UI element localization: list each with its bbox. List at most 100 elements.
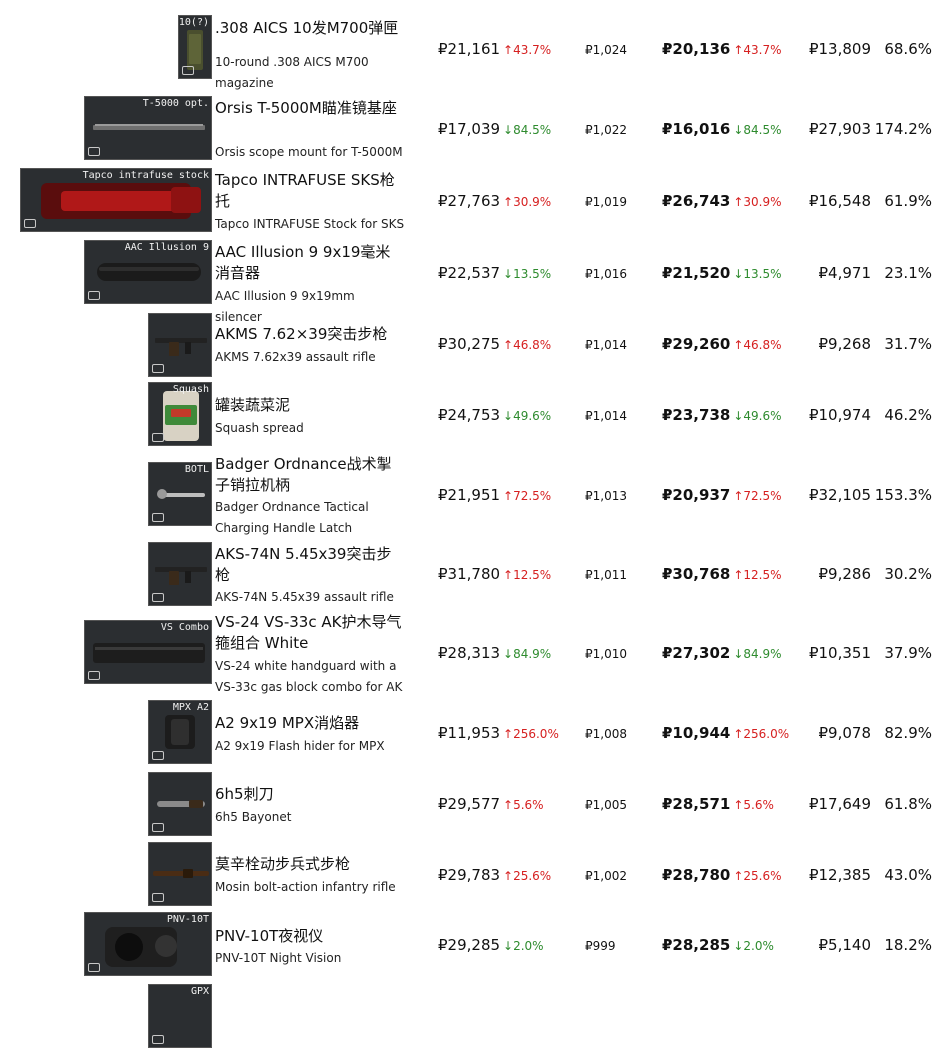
item-thumbnail[interactable] xyxy=(148,842,212,906)
profit: ₽13,809 xyxy=(808,40,871,58)
item-thumbnail[interactable]: Tapco intrafuse stock xyxy=(20,168,212,232)
item-thumbnail[interactable]: AICS 10(?) xyxy=(178,15,212,79)
item-thumbnail[interactable]: VS Combo xyxy=(84,620,212,684)
net-price: ₽30,768 ↑12.5% xyxy=(662,565,782,583)
net-price-value: ₽21,520 xyxy=(662,264,731,282)
item-thumbnail-label: VS Combo xyxy=(160,622,209,633)
sell-price-change: ↑46.8% xyxy=(503,338,552,352)
item-category-icon xyxy=(152,823,164,832)
item-english-name: Badger Ordnance Tactical Charging Handle… xyxy=(215,500,369,535)
item-english-name: VS-24 white handguard with a VS-33c gas … xyxy=(215,659,403,694)
sell-price-value: ₽24,753 xyxy=(438,406,501,424)
item-name[interactable]: AKS-74N 5.45x39突击步枪 xyxy=(215,544,405,586)
item-image-detail xyxy=(155,338,207,343)
item-name[interactable]: AKMS 7.62×39突击步枪 xyxy=(215,324,405,345)
sell-price-value: ₽21,951 xyxy=(438,486,501,504)
flea-fee: ₽1,014 xyxy=(585,338,627,352)
item-thumbnail-label: AICS 10(?) xyxy=(178,17,209,28)
item-thumbnail[interactable] xyxy=(148,313,212,377)
item-name[interactable]: .308 AICS 10发M700弹匣 xyxy=(215,18,405,39)
item-thumbnail-label: BOTL xyxy=(184,464,209,475)
item-name[interactable]: 6h5刺刀 xyxy=(215,784,405,805)
net-price-value: ₽28,285 xyxy=(662,936,731,954)
sell-price-value: ₽28,313 xyxy=(438,644,501,662)
sell-price-value: ₽30,275 xyxy=(438,335,501,353)
item-thumbnail[interactable]: MPX A2 xyxy=(148,700,212,764)
item-image-detail xyxy=(155,935,177,957)
net-price-change: ↓84.9% xyxy=(733,647,782,661)
profit: ₽10,974 xyxy=(808,406,871,424)
item-thumbnail[interactable]: BOTL xyxy=(148,462,212,526)
item-image-detail xyxy=(183,869,193,878)
net-price-value: ₽10,944 xyxy=(662,724,731,742)
sell-price: ₽17,039 ↓84.5% xyxy=(438,120,551,138)
profit-percent: 31.7% xyxy=(884,335,932,353)
net-price-value: ₽16,016 xyxy=(662,120,731,138)
sell-price: ₽30,275 ↑46.8% xyxy=(438,335,551,353)
sell-price: ₽11,953 ↑256.0% xyxy=(438,724,559,742)
item-name[interactable]: Tapco INTRAFUSE SKS枪托 xyxy=(215,170,405,212)
profit-percent: 61.9% xyxy=(884,192,932,210)
item-image-detail xyxy=(169,342,179,356)
item-category-icon xyxy=(152,364,164,373)
item-thumbnail[interactable] xyxy=(148,772,212,836)
item-name[interactable]: PNV-10T夜视仪 xyxy=(215,926,405,947)
profit: ₽5,140 xyxy=(818,936,872,954)
sell-price-change: ↑5.6% xyxy=(503,798,544,812)
flea-fee: ₽1,008 xyxy=(585,727,627,741)
flea-fee: ₽1,022 xyxy=(585,123,627,137)
profit-percent: 61.8% xyxy=(884,795,932,813)
item-name[interactable]: 莫辛栓动步兵式步枪 xyxy=(215,854,405,875)
net-price-value: ₽20,136 xyxy=(662,40,731,58)
sell-price-change: ↓84.5% xyxy=(503,123,552,137)
sell-price-value: ₽29,285 xyxy=(438,936,501,954)
item-image-detail xyxy=(115,933,143,961)
net-price: ₽10,944 ↑256.0% xyxy=(662,724,789,742)
item-name[interactable]: Orsis T-5000M瞄准镜基座 xyxy=(215,98,405,119)
flea-fee: ₽1,016 xyxy=(585,267,627,281)
item-image-detail xyxy=(157,489,167,499)
item-english-name: PNV-10T Night Vision xyxy=(215,951,342,965)
item-thumbnail[interactable]: GPX xyxy=(148,984,212,1048)
sell-price: ₽22,537 ↓13.5% xyxy=(438,264,551,282)
sell-price: ₽27,763 ↑30.9% xyxy=(438,192,551,210)
item-category-icon xyxy=(182,66,194,75)
sell-price: ₽31,780 ↑12.5% xyxy=(438,565,551,583)
item-name[interactable]: 罐装蔬菜泥 xyxy=(215,395,405,416)
profit-percent: 23.1% xyxy=(884,264,932,282)
net-price-value: ₽20,937 xyxy=(662,486,731,504)
profit: ₽16,548 xyxy=(808,192,871,210)
sell-price-change: ↓49.6% xyxy=(503,409,552,423)
item-name[interactable]: A2 9x19 MPX消焰器 xyxy=(215,713,405,734)
item-thumbnail[interactable]: AAC Illusion 9 xyxy=(84,240,212,304)
sell-price-change: ↑30.9% xyxy=(503,195,552,209)
item-english-name: A2 9x19 Flash hider for MPX xyxy=(215,739,385,753)
profit: ₽10,351 xyxy=(808,644,871,662)
sell-price-value: ₽29,783 xyxy=(438,866,501,884)
item-thumbnail[interactable]: T-5000 opt. xyxy=(84,96,212,160)
item-image-detail xyxy=(171,719,189,745)
profit: ₽4,971 xyxy=(818,264,872,282)
sell-price-value: ₽22,537 xyxy=(438,264,501,282)
profit: ₽9,286 xyxy=(818,565,872,583)
item-image-detail xyxy=(189,800,203,808)
item-image-detail xyxy=(95,124,203,126)
profit-percent: 153.3% xyxy=(874,486,932,504)
item-image-detail xyxy=(185,342,191,354)
sell-price-value: ₽31,780 xyxy=(438,565,501,583)
flea-fee: ₽1,010 xyxy=(585,647,627,661)
profit: ₽32,105 xyxy=(808,486,871,504)
net-price: ₽29,260 ↑46.8% xyxy=(662,335,782,353)
sell-price-change: ↓2.0% xyxy=(503,939,544,953)
item-name[interactable]: Badger Ordnance战术掣子销拉机柄 xyxy=(215,454,405,496)
item-thumbnail[interactable] xyxy=(148,542,212,606)
item-thumbnail[interactable]: PNV-10T xyxy=(84,912,212,976)
item-thumbnail-label: GPX xyxy=(190,986,209,997)
item-image-detail xyxy=(189,34,201,64)
item-name[interactable]: VS-24 VS-33c AK护木导气箍组合 White xyxy=(215,612,405,654)
item-thumbnail-label: Tapco intrafuse stock xyxy=(82,170,209,181)
sell-price: ₽29,285 ↓2.0% xyxy=(438,936,544,954)
item-name[interactable]: AAC Illusion 9 9x19毫米消音器 xyxy=(215,242,405,284)
item-thumbnail[interactable]: Squash xyxy=(148,382,212,446)
net-price-change: ↑43.7% xyxy=(733,43,782,57)
